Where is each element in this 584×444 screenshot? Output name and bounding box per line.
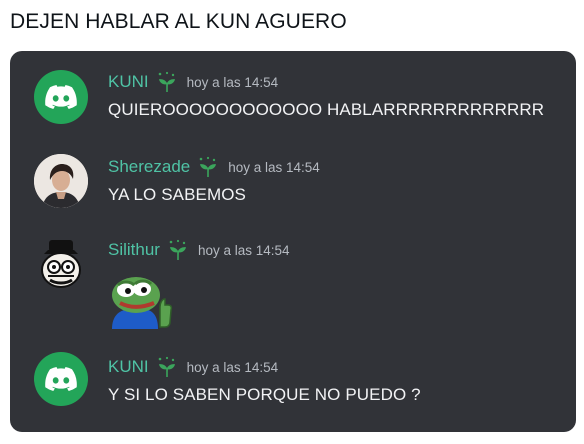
timestamp: hoy a las 14:54 (197, 242, 290, 258)
timestamp: hoy a las 14:54 (186, 74, 279, 90)
username[interactable]: KUNI (108, 72, 149, 92)
avatar[interactable] (34, 236, 88, 290)
timestamp: hoy a las 14:54 (186, 359, 279, 375)
chat-message: Silithur hoy a las 14:54 (10, 221, 576, 346)
message-text: QUIEROOOOOOOOOOOO HABLARRRRRRRRRRRRR (108, 100, 545, 119)
message-text: YA LO SABEMOS (108, 185, 246, 204)
avatar[interactable] (34, 70, 88, 124)
username[interactable]: Sherezade (108, 157, 190, 177)
sprout-icon[interactable] (155, 71, 179, 93)
message-header: KUNI hoy a las 14:54 (108, 356, 278, 378)
avatar[interactable] (34, 352, 88, 406)
chat-message: KUNI hoy a las 14:54 QUIEROOOOOOOOOOOO H… (10, 51, 576, 141)
message-header: Silithur hoy a las 14:54 (108, 239, 290, 261)
avatar[interactable] (34, 154, 88, 208)
chat-panel: KUNI hoy a las 14:54 QUIEROOOOOOOOOOOO H… (10, 51, 576, 432)
username[interactable]: KUNI (108, 357, 149, 377)
message-text: Y SI LO SABEN PORQUE NO PUEDO ? (108, 385, 421, 404)
chat-message: Sherezade hoy a las 14:54 YA LO SABEMOS (10, 141, 576, 221)
message-header: KUNI hoy a las 14:54 (108, 71, 278, 93)
username[interactable]: Silithur (108, 240, 160, 260)
chat-message: KUNI hoy a las 14:54 Y SI LO SABEN PORQU… (10, 346, 576, 432)
sprout-icon[interactable] (166, 239, 190, 261)
discord-logo-icon (45, 367, 77, 391)
sprout-icon[interactable] (196, 156, 220, 178)
sprout-icon[interactable] (155, 356, 179, 378)
post-caption: DEJEN HABLAR AL KUN AGUERO (10, 10, 347, 33)
discord-logo-icon (45, 85, 77, 109)
user-photo (34, 154, 88, 208)
meme-face-hat-icon (41, 240, 81, 288)
message-header: Sherezade hoy a las 14:54 (108, 156, 320, 178)
pepe-thumbs-up-sticker[interactable] (108, 267, 174, 329)
timestamp: hoy a las 14:54 (228, 159, 320, 175)
